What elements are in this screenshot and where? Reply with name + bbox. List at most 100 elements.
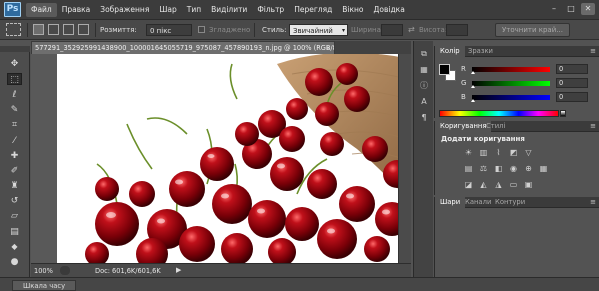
tab-swatches[interactable]: Зразки — [463, 46, 498, 57]
color-lookup-icon[interactable]: ▦ — [538, 164, 549, 174]
width-input[interactable] — [381, 24, 403, 36]
refine-edge-button[interactable]: Уточнити край... — [495, 23, 570, 37]
foreground-color-swatch[interactable] — [439, 64, 450, 75]
paragraph-panel-icon[interactable]: ¶ — [418, 113, 430, 123]
maximize-button[interactable]: □ — [564, 3, 578, 15]
green-slider[interactable] — [472, 81, 550, 86]
options-separator — [254, 23, 255, 37]
red-value-input[interactable]: 0 — [556, 64, 588, 74]
panel-menu-icon[interactable]: ≡ — [590, 47, 596, 55]
close-button[interactable]: ✕ — [581, 3, 595, 15]
add-adjustment-title: Додати коригування — [441, 135, 525, 143]
new-selection-icon[interactable] — [33, 24, 44, 35]
red-slider-knob[interactable] — [471, 71, 475, 74]
height-input[interactable] — [446, 24, 468, 36]
exposure-icon[interactable]: ◩ — [508, 148, 519, 158]
status-menu-arrow-icon[interactable]: ▶ — [176, 266, 181, 274]
dodge-tool-icon[interactable]: ● — [7, 256, 22, 268]
tab-color[interactable]: Колір — [435, 46, 465, 57]
panel-menu-icon[interactable]: ≡ — [590, 198, 596, 206]
selective-color-icon[interactable]: ▣ — [523, 180, 534, 190]
canvas-area[interactable] — [31, 54, 411, 263]
menu-help[interactable]: Довідка — [369, 3, 410, 17]
close-tab-icon[interactable]: × — [325, 42, 331, 54]
character-panel-icon[interactable]: A — [418, 97, 430, 107]
vertical-scrollbar[interactable] — [398, 54, 411, 263]
marquee-tool-icon[interactable]: ⬚ — [7, 73, 22, 85]
blue-slider[interactable] — [472, 95, 550, 100]
antialias-checkbox[interactable] — [198, 26, 205, 33]
photo-filter-icon[interactable]: ◉ — [508, 164, 519, 174]
swap-dimensions-icon[interactable]: ⇄ — [408, 25, 415, 34]
panel-menu-icon[interactable]: ≡ — [590, 122, 596, 130]
tab-styles[interactable]: Стилі — [481, 121, 510, 132]
channel-mixer-icon[interactable]: ⊕ — [523, 164, 534, 174]
crop-tool-icon[interactable]: ⌗ — [7, 119, 22, 131]
panel-grip[interactable] — [0, 46, 30, 52]
gradient-tool-icon[interactable]: ▤ — [7, 226, 22, 238]
brightness-contrast-icon[interactable]: ☀ — [463, 148, 474, 158]
window-controls: – □ ✕ — [547, 3, 595, 15]
history-brush-tool-icon[interactable]: ↺ — [7, 195, 22, 207]
posterize-icon[interactable]: ◭ — [478, 180, 489, 190]
info-panel-icon[interactable]: ⓘ — [418, 81, 430, 91]
adjustments-panel: Коригування Стилі ≡ Додати коригування ☀… — [434, 121, 599, 195]
timeline-bar: Шкала часу — [0, 277, 599, 291]
timeline-tab[interactable]: Шкала часу — [12, 280, 77, 291]
rect-marquee-preset-icon[interactable] — [6, 23, 21, 36]
green-slider-knob[interactable] — [471, 85, 475, 88]
gradient-map-icon[interactable]: ▭ — [508, 180, 519, 190]
document-tab[interactable]: 577291_352925991438900_100001645055719_9… — [31, 41, 335, 54]
intersect-selection-icon[interactable] — [78, 24, 89, 35]
zoom-level[interactable]: 100% — [34, 267, 53, 275]
black-white-ramp[interactable] — [560, 110, 566, 117]
quick-select-tool-icon[interactable]: ✎ — [7, 104, 22, 116]
color-spectrum-ramp[interactable] — [439, 110, 559, 117]
add-selection-icon[interactable] — [48, 24, 59, 35]
levels-icon[interactable]: ▥ — [478, 148, 489, 158]
menu-image[interactable]: Зображення — [95, 3, 154, 17]
menu-type[interactable]: Тип — [182, 3, 206, 17]
color-balance-icon[interactable]: ⚖ — [478, 164, 489, 174]
tab-paths[interactable]: Контури — [490, 197, 530, 208]
black-white-icon[interactable]: ◧ — [493, 164, 504, 174]
menu-bar: Ps Файл Правка Зображення Шар Тип Виділи… — [0, 0, 599, 20]
green-value-input[interactable]: 0 — [556, 78, 588, 88]
status-info-icon[interactable] — [60, 266, 70, 275]
feather-input[interactable]: 0 пікс — [146, 24, 192, 36]
green-slider-row: G 0 — [461, 78, 598, 88]
move-tool-icon[interactable]: ✥ — [7, 58, 22, 70]
history-panel-icon[interactable]: ⧉ — [418, 49, 430, 59]
red-slider[interactable] — [472, 67, 550, 72]
blur-tool-icon[interactable]: ◆ — [7, 241, 22, 253]
eraser-tool-icon[interactable]: ▱ — [7, 210, 22, 222]
tools-panel: ✥ ⬚ ℓ ✎ ⌗ ⁄ ✚ ✐ ♜ ↺ ▱ ▤ ◆ ● — [0, 46, 30, 291]
style-select[interactable]: Звичайний ▾ — [289, 24, 348, 36]
properties-panel-icon[interactable]: ▦ — [418, 65, 430, 75]
menu-edit[interactable]: Правка — [57, 3, 96, 17]
threshold-icon[interactable]: ◮ — [493, 180, 504, 190]
minimize-button[interactable]: – — [547, 3, 561, 15]
blue-value-input[interactable]: 0 — [556, 92, 588, 102]
curves-icon[interactable]: ⌇ — [493, 148, 504, 158]
invert-icon[interactable]: ◪ — [463, 180, 474, 190]
status-bar: 100% Doc: 601,6K/601,6K ▶ — [31, 263, 411, 277]
menu-window[interactable]: Вікно — [337, 3, 368, 17]
subtract-selection-icon[interactable] — [63, 24, 74, 35]
menu-filter[interactable]: Фільтр — [252, 3, 289, 17]
menu-view[interactable]: Перегляд — [289, 3, 337, 17]
hue-saturation-icon[interactable]: ▤ — [463, 164, 474, 174]
antialias-label: Згладжено — [209, 26, 251, 34]
menu-select[interactable]: Виділити — [206, 3, 252, 17]
vibrance-icon[interactable]: ▽ — [523, 148, 534, 158]
menu-layer[interactable]: Шар — [154, 3, 181, 17]
clone-stamp-tool-icon[interactable]: ♜ — [7, 180, 22, 192]
menu-file[interactable]: Файл — [26, 3, 57, 17]
width-label: Ширина: — [351, 26, 384, 34]
healing-brush-tool-icon[interactable]: ✚ — [7, 150, 22, 162]
layers-list[interactable] — [435, 208, 599, 277]
brush-tool-icon[interactable]: ✐ — [7, 165, 22, 177]
blue-slider-knob[interactable] — [471, 99, 475, 102]
lasso-tool-icon[interactable]: ℓ — [7, 89, 22, 101]
eyedropper-tool-icon[interactable]: ⁄ — [7, 135, 22, 147]
